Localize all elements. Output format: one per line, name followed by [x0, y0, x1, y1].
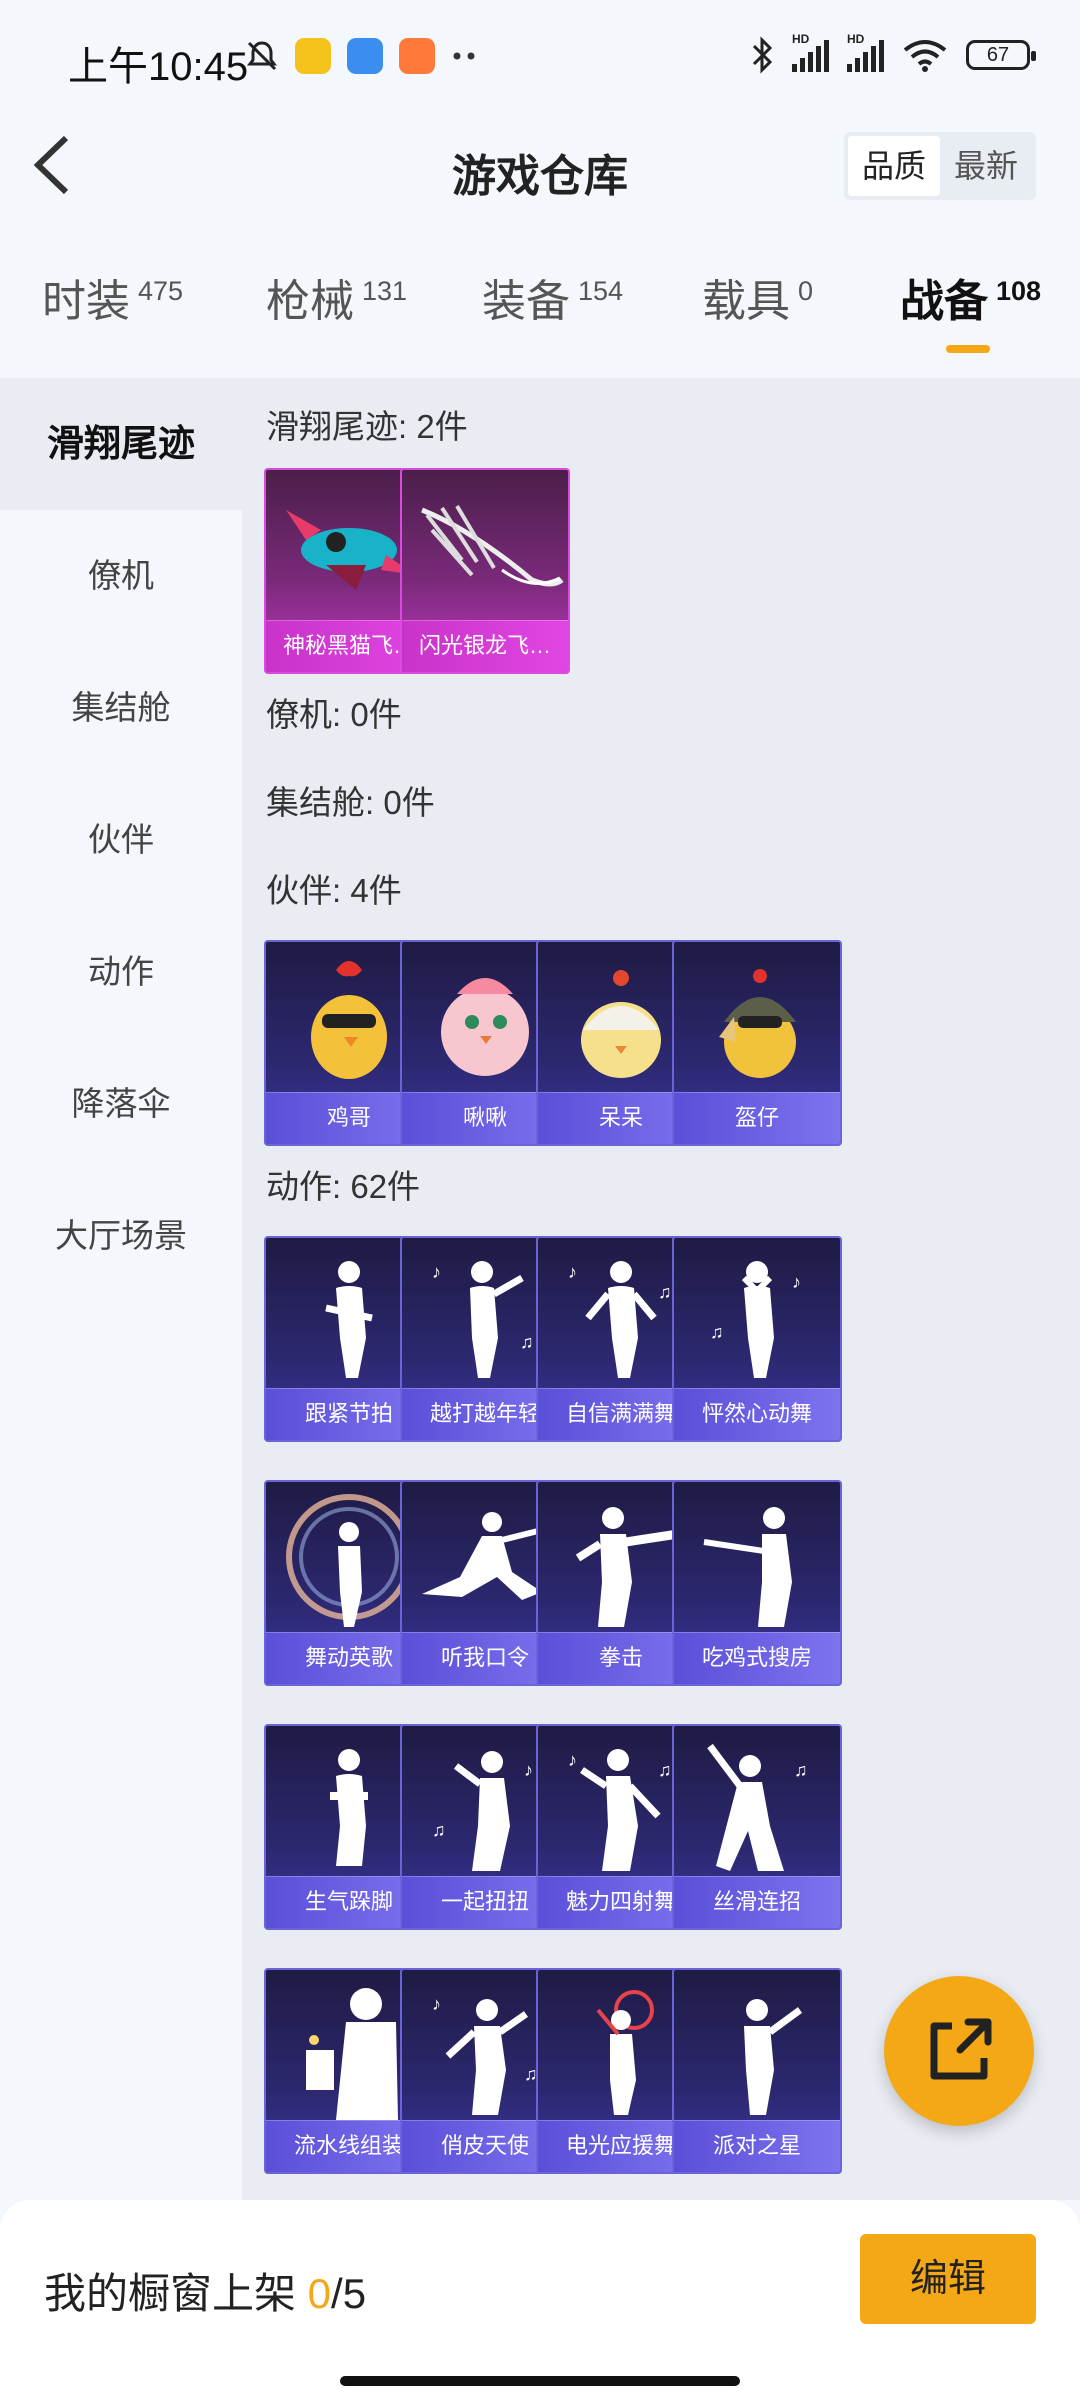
- app-icon-orange: [399, 38, 435, 74]
- item-name: 派对之星: [674, 2120, 840, 2172]
- active-tab-underline: [946, 345, 990, 353]
- tab-firearms[interactable]: 枪械 131: [266, 265, 407, 329]
- section-title-wingman: 僚机: 0件: [266, 696, 402, 733]
- svg-text:♪: ♪: [524, 1760, 533, 1780]
- svg-text:♪: ♪: [568, 1262, 577, 1282]
- item-name: 吃鸡式搜房: [674, 1632, 840, 1684]
- signal-icon: HD: [847, 32, 884, 72]
- signal-icon: HD: [792, 32, 829, 72]
- svg-text:♫: ♫: [710, 1322, 724, 1342]
- svg-text:♪: ♪: [792, 1272, 801, 1292]
- header: 游戏仓库 品质 最新: [0, 110, 1080, 230]
- item-card[interactable]: ♫ 丝滑连招: [672, 1724, 842, 1930]
- helmet-chick-partner-image: [719, 969, 796, 1078]
- share-external-icon: [930, 2018, 992, 2080]
- section-title-emote: 动作: 62件: [266, 1168, 421, 1205]
- dancer-figure-image: ♪♫: [710, 1261, 801, 1378]
- status-notification-icons: [245, 38, 481, 74]
- svg-text:♪: ♪: [568, 1750, 577, 1770]
- tab-equipment[interactable]: 装备 154: [482, 265, 623, 329]
- home-indicator[interactable]: [340, 2376, 740, 2386]
- svg-text:♫: ♫: [794, 1760, 808, 1780]
- category-tabs: 时装 475 枪械 131 装备 154 载具 0 战备 108: [0, 265, 1080, 365]
- sidebar-item-glide-trail[interactable]: 滑翔尾迹: [0, 378, 242, 510]
- svg-text:♫: ♫: [658, 1760, 672, 1780]
- item-card[interactable]: ♪ ♫ 怦然心动舞: [672, 1236, 842, 1442]
- tab-readiness[interactable]: 战备 108: [900, 265, 1041, 353]
- app-icon-blue: [347, 38, 383, 74]
- svg-text:♫: ♫: [432, 1820, 446, 1840]
- status-system-icons: HD HD 67: [750, 32, 1036, 74]
- item-card[interactable]: 盔仔: [672, 940, 842, 1146]
- bell-mute-icon: [247, 41, 277, 71]
- item-grid-panel: 滑翔尾迹: 2件 神秘黑猫飞… 闪光银龙飞… 僚机: 0件 集结舱: 0件 伙伴…: [242, 378, 1080, 2200]
- svg-text:♫: ♫: [658, 1282, 672, 1302]
- svg-text:♪: ♪: [432, 1994, 441, 2014]
- dancer-figure-image: ♫: [707, 1743, 808, 1871]
- item-card[interactable]: 闪光银龙飞…: [400, 468, 570, 674]
- sidebar-item-pod[interactable]: 集结舱: [0, 642, 242, 774]
- section-title-pod: 集结舱: 0件: [266, 784, 435, 821]
- battery-icon: 67: [966, 40, 1036, 70]
- more-dots-icon: [453, 52, 475, 60]
- svg-text:♪: ♪: [432, 1262, 441, 1282]
- edit-button[interactable]: 编辑: [860, 2234, 1036, 2324]
- svg-text:♫: ♫: [520, 1332, 534, 1352]
- section-title-glide: 滑翔尾迹: 2件: [266, 408, 468, 445]
- item-card[interactable]: 派对之星: [672, 1968, 842, 2174]
- item-card[interactable]: 吃鸡式搜房: [672, 1480, 842, 1686]
- status-time: 上午10:45: [68, 45, 249, 89]
- tab-fashion[interactable]: 时装 475: [42, 265, 183, 329]
- sort-quality-button[interactable]: 品质: [848, 136, 940, 196]
- rifle-figure-image: [703, 1507, 792, 1627]
- section-title-partner: 伙伴: 4件: [266, 872, 402, 909]
- silver-dragon-glider-image: [421, 504, 564, 587]
- sidebar-item-partner[interactable]: 伙伴: [0, 774, 242, 906]
- sort-toggle: 品质 最新: [844, 132, 1036, 200]
- item-name: 盔仔: [674, 1092, 840, 1144]
- app-icon-yellow: [295, 38, 331, 74]
- dancer-figure-image: [744, 1999, 803, 2115]
- sidebar-item-lobby-scene[interactable]: 大厅场景: [0, 1170, 242, 1302]
- sidebar-item-parachute[interactable]: 降落伞: [0, 1038, 242, 1170]
- sidebar-item-wingman[interactable]: 僚机: [0, 510, 242, 642]
- wifi-icon: [903, 40, 947, 72]
- sidebar-item-emote[interactable]: 动作: [0, 906, 242, 1038]
- showcase-shelf-status: 我的橱窗上架 0/5: [44, 2270, 367, 2317]
- bottom-bar: 我的橱窗上架 0/5 编辑: [0, 2200, 1080, 2400]
- status-bar: 上午10:45 HD HD 67: [0, 0, 1080, 110]
- item-name: 丝滑连招: [674, 1876, 840, 1928]
- bluetooth-icon: [752, 36, 773, 74]
- sidebar: 滑翔尾迹 僚机 集结舱 伙伴 动作 降落伞 大厅场景: [0, 378, 242, 2200]
- sort-newest-button[interactable]: 最新: [940, 136, 1032, 196]
- tab-vehicles[interactable]: 载具 0: [702, 265, 813, 329]
- item-name: 闪光银龙飞…: [402, 620, 568, 672]
- share-float-button[interactable]: [884, 1976, 1034, 2126]
- item-name: 怦然心动舞: [674, 1388, 840, 1440]
